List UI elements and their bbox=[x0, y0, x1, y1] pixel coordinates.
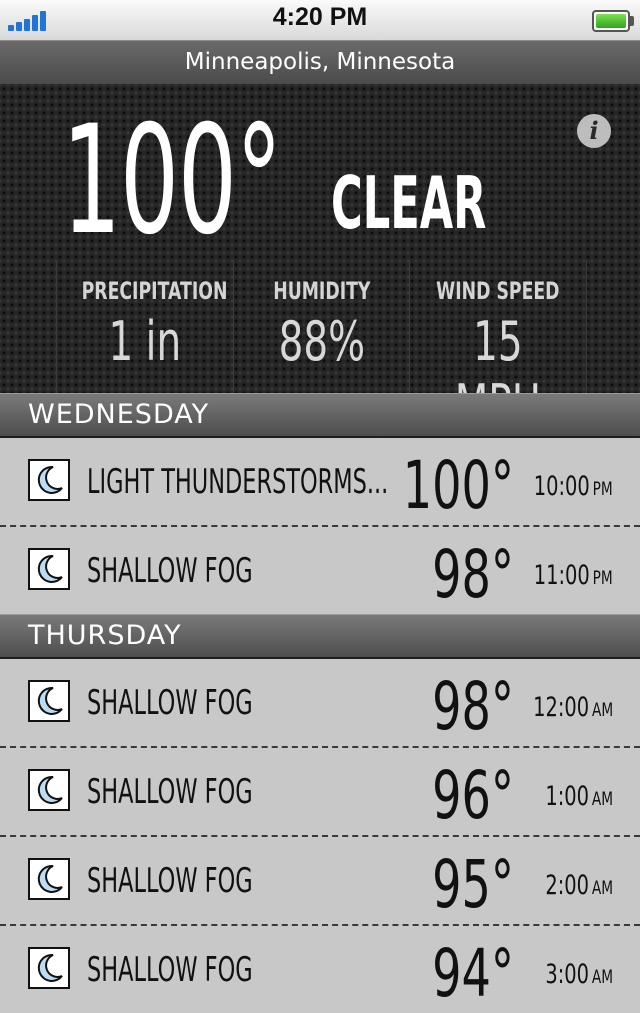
forecast-time: 2:00 AM bbox=[545, 870, 613, 901]
forecast-time-ampm: PM bbox=[592, 478, 613, 500]
stat-humidity: HUMIDITY 88% bbox=[234, 260, 411, 393]
forecast-temperature: 96° bbox=[432, 757, 514, 834]
current-temperature: 100° bbox=[62, 94, 282, 268]
forecast-time-value: 3:00 bbox=[545, 959, 589, 990]
moon-icon bbox=[28, 459, 70, 501]
forecast-row[interactable]: LIGHT THUNDERSTORMS... 100° 10:00 PM bbox=[0, 438, 640, 527]
forecast-temperature: 100° bbox=[402, 447, 514, 524]
moon-icon bbox=[28, 769, 70, 811]
forecast-time-ampm: AM bbox=[591, 699, 613, 721]
status-time: 4:20 PM bbox=[272, 3, 368, 31]
forecast-time-value: 10:00 bbox=[534, 471, 591, 502]
forecast-condition: LIGHT THUNDERSTORMS... bbox=[87, 462, 389, 502]
forecast-condition: SHALLOW FOG bbox=[87, 551, 253, 591]
hourly-forecast-list[interactable]: WEDNESDAY LIGHT THUNDERSTORMS... 100° 10… bbox=[0, 393, 640, 1013]
stat-label: PRECIPITATION bbox=[81, 277, 228, 305]
current-conditions-panel: 100° CLEAR i PRECIPITATION 1 in HUMIDITY… bbox=[0, 85, 640, 436]
stat-label: WIND SPEED bbox=[436, 277, 560, 305]
stat-value: 1 in bbox=[108, 310, 182, 373]
battery-icon bbox=[592, 10, 634, 32]
forecast-condition: SHALLOW FOG bbox=[87, 950, 253, 990]
moon-icon bbox=[28, 858, 70, 900]
forecast-time-ampm: PM bbox=[592, 567, 613, 589]
forecast-time-value: 12:00 bbox=[532, 692, 589, 723]
forecast-time-ampm: AM bbox=[591, 788, 613, 810]
forecast-time-ampm: AM bbox=[591, 877, 613, 899]
forecast-time-value: 2:00 bbox=[545, 870, 589, 901]
day-header-wednesday: WEDNESDAY bbox=[0, 393, 640, 438]
forecast-temperature: 98° bbox=[432, 668, 514, 745]
forecast-condition: SHALLOW FOG bbox=[87, 683, 253, 723]
forecast-condition: SHALLOW FOG bbox=[87, 772, 253, 812]
day-header-label: WEDNESDAY bbox=[28, 399, 210, 430]
forecast-time: 12:00 AM bbox=[533, 692, 613, 723]
stat-label: HUMIDITY bbox=[272, 277, 371, 305]
status-bar: 4:20 PM bbox=[0, 0, 640, 41]
day-header-label: THURSDAY bbox=[28, 620, 182, 651]
location-bar: Minneapolis, Minnesota bbox=[0, 41, 640, 85]
moon-icon bbox=[28, 947, 70, 989]
forecast-row[interactable]: SHALLOW FOG 98° 12:00 AM bbox=[0, 659, 640, 748]
forecast-time-value: 11:00 bbox=[534, 560, 591, 591]
forecast-time: 10:00 PM bbox=[534, 471, 613, 502]
forecast-row[interactable]: SHALLOW FOG 98° 11:00 PM bbox=[0, 527, 640, 614]
forecast-temperature: 94° bbox=[432, 935, 514, 1012]
current-condition: CLEAR bbox=[331, 161, 487, 245]
forecast-time: 1:00 AM bbox=[545, 781, 613, 812]
forecast-temperature: 95° bbox=[432, 846, 514, 923]
forecast-row[interactable]: SHALLOW FOG 94° 3:00 AM bbox=[0, 926, 640, 1013]
stat-value: 88% bbox=[278, 310, 365, 373]
stat-precipitation: PRECIPITATION 1 in bbox=[57, 260, 234, 393]
stat-wind-speed: WIND SPEED 15 MPH bbox=[410, 260, 588, 436]
forecast-row[interactable]: SHALLOW FOG 96° 1:00 AM bbox=[0, 748, 640, 837]
forecast-time-ampm: AM bbox=[591, 966, 613, 988]
forecast-temperature: 98° bbox=[432, 536, 514, 613]
forecast-time: 3:00 AM bbox=[545, 959, 613, 990]
forecast-time-value: 1:00 bbox=[545, 781, 589, 812]
forecast-condition: SHALLOW FOG bbox=[87, 861, 253, 901]
forecast-time: 11:00 PM bbox=[534, 560, 613, 591]
moon-icon bbox=[28, 680, 70, 722]
location-title: Minneapolis, Minnesota bbox=[184, 49, 456, 75]
stats-row: PRECIPITATION 1 in HUMIDITY 88% WIND SPE… bbox=[56, 260, 588, 436]
info-icon[interactable]: i bbox=[577, 114, 611, 148]
day-header-thursday: THURSDAY bbox=[0, 614, 640, 659]
moon-icon bbox=[28, 548, 70, 590]
forecast-row[interactable]: SHALLOW FOG 95° 2:00 AM bbox=[0, 837, 640, 926]
